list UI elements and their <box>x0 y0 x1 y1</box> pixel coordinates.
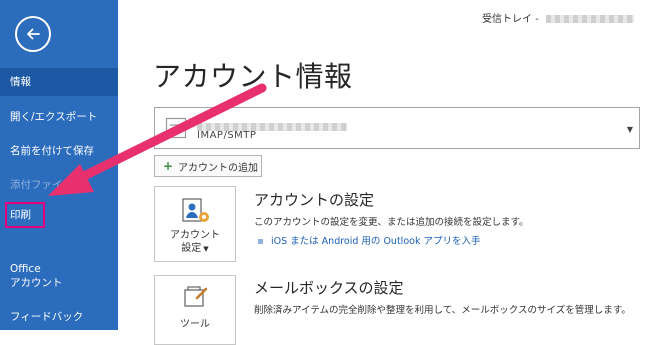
add-account-label: アカウントの追加 <box>178 162 259 174</box>
sidebar-item-office-account[interactable]: Office アカウント <box>0 262 118 292</box>
mailbox-settings-title: メールボックスの設定 <box>254 279 404 297</box>
sidebar-item-save-as[interactable]: 名前を付けて保存 <box>0 138 118 164</box>
sidebar-item-label: 開く/エクスポート <box>10 111 98 123</box>
mailbox-tools-button[interactable]: ツール <box>154 275 236 345</box>
account-selector[interactable]: IMAP/SMTP ▼ <box>154 107 640 149</box>
current-folder-label: 受信トレイ - <box>482 14 539 25</box>
account-mail-icon <box>165 117 187 139</box>
tile-label-line2: 設定 ▼ <box>181 243 209 254</box>
sidebar-item-info[interactable]: 情報 <box>0 68 118 96</box>
account-settings-icon <box>182 198 209 222</box>
tile-label: ツール <box>180 319 210 330</box>
tile-label: アカウント <box>170 230 220 241</box>
sidebar-item-label: アカウント <box>10 277 63 289</box>
account-settings-button[interactable]: アカウント 設定 ▼ <box>154 186 236 262</box>
add-account-button[interactable]: + アカウントの追加 <box>154 155 262 177</box>
sidebar-item-attachments[interactable]: 添付ファイル <box>0 172 118 198</box>
back-arrow-icon <box>27 28 40 40</box>
bullet-icon <box>258 239 263 244</box>
sidebar-item-feedback[interactable]: フィードバック <box>0 306 118 328</box>
page-title: アカウント情報 <box>153 60 353 93</box>
sidebar-item-label: 名前を付けて保存 <box>10 145 94 157</box>
backstage-sidebar: 情報 開く/エクスポート 名前を付けて保存 添付ファイル 印刷 Office ア… <box>0 0 118 330</box>
mailbox-tools-icon <box>184 286 208 307</box>
dropdown-arrow-icon: ▼ <box>626 125 633 134</box>
back-button[interactable] <box>15 16 51 52</box>
chevron-down-icon: ▼ <box>203 245 209 253</box>
plus-icon: + <box>163 159 174 173</box>
sidebar-item-open-export[interactable]: 開く/エクスポート <box>0 104 118 130</box>
account-type: IMAP/SMTP <box>197 130 257 141</box>
outlook-app-link[interactable]: iOS または Android 用の Outlook アプリを入手 <box>271 236 480 247</box>
mailbox-settings-description: 削除済みアイテムの完全削除や整理を利用して、メールボックスのサイズを管理します。 <box>254 305 631 316</box>
sidebar-item-label: 情報 <box>10 76 31 88</box>
sidebar-item-print[interactable]: 印刷 <box>0 202 118 228</box>
account-settings-description: このアカウントの設定を変更、または追加の接続を設定します。 <box>254 217 529 228</box>
main-panel: 受信トレイ - アカウント情報 IMAP/SMTP ▼ + アカウントの追加 ア… <box>118 0 650 345</box>
window-header: 受信トレイ - <box>482 10 634 25</box>
sidebar-item-label: 添付ファイル <box>10 179 73 191</box>
sidebar-item-label: Office <box>10 263 41 275</box>
sidebar-item-label: 印刷 <box>10 209 31 221</box>
redacted-email <box>546 15 634 23</box>
sidebar-item-label: フィードバック <box>10 311 84 323</box>
account-settings-title: アカウントの設定 <box>254 191 375 209</box>
outlook-app-link-row[interactable]: iOS または Android 用の Outlook アプリを入手 <box>258 233 480 247</box>
